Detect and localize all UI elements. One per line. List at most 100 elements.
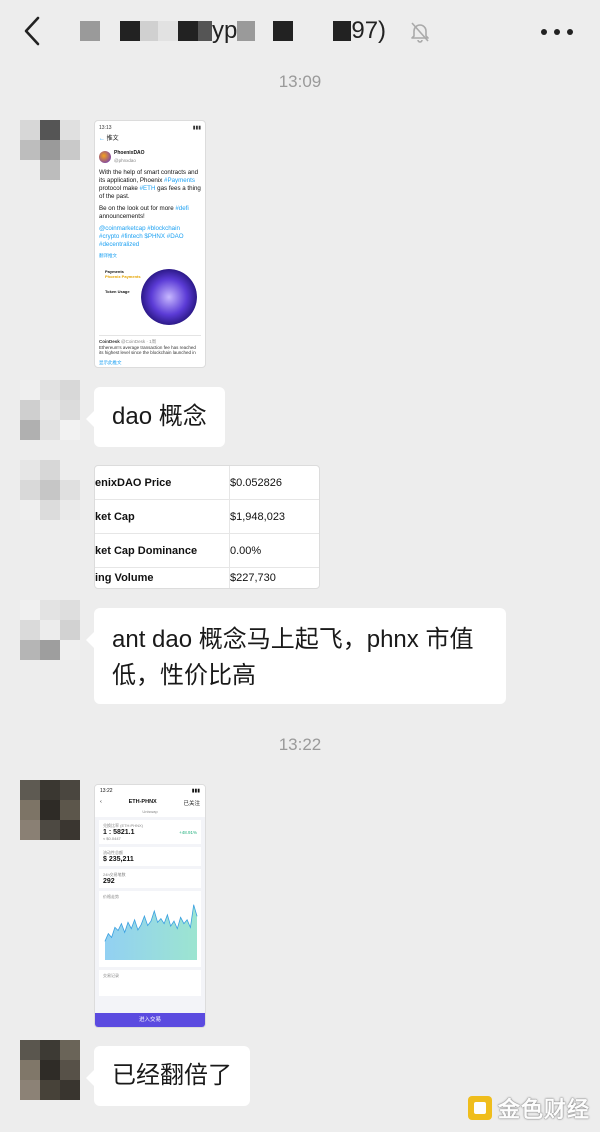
title-redaction [140,21,158,41]
chevron-left-icon[interactable] [18,14,48,48]
watermark-logo-icon [467,1096,492,1120]
account-name: PhoenixDAO [114,150,145,156]
title-redaction [120,21,140,41]
avatar[interactable] [20,780,80,840]
status-bar: 13:22 ▮▮▮ [95,785,205,797]
tweet-text: announcements! [99,213,145,220]
pair-subtitle: Uniswap [95,809,205,817]
card-subtitle: Phoenix Payments [105,274,141,279]
avatar[interactable] [20,600,80,660]
tx-value: 292 [103,878,115,885]
account-avatar [99,151,111,163]
row-value-text: $227,730 [230,572,276,584]
tweet-header: ← 推文 [99,136,119,142]
chart-point [104,940,106,942]
phoenix-graphic [141,269,197,325]
chart-point [114,927,116,928]
message-bubble[interactable]: 已经翻倍了 [86,1046,250,1106]
row-label: enixDAO Price [95,476,172,489]
price-table: enixDAO Price $0.052826 ket Cap $1,948,0… [95,466,319,588]
message-text: 低，性价比高 [112,662,256,689]
follow-label: 已关注 [183,801,200,807]
avatar[interactable] [20,380,80,440]
chart-point [131,928,132,929]
status-bar: 13:13 ▮▮▮ [99,124,201,132]
chart-point [111,937,112,938]
chart-point [124,932,125,933]
price-table-image[interactable]: enixDAO Price $0.052826 ket Cap $1,948,0… [94,465,320,589]
rate-change: +48.91% [179,830,197,835]
timestamp: 13:22 [278,735,322,754]
chart-area [105,904,197,960]
message-bubble[interactable]: dao 概念 [86,387,225,447]
chart-point [157,922,158,923]
chart-point [160,918,162,919]
price-chart-card: 价格走势 [99,891,201,967]
tweet-header-label: 推文 [106,136,119,142]
show-tweet-link: 显示此推文 [99,359,122,365]
chart-point [154,910,155,912]
table-row: ket Cap Dominance 0.00% [95,534,319,568]
chart-point [144,915,145,917]
price-area-chart [104,904,198,960]
row-label: ing Volume [95,572,154,584]
chart-point [186,919,188,921]
message-bubble[interactable]: ant dao 概念马上起飞，phnx 市值 低，性价比高 [86,608,506,704]
message-text: dao 概念 [112,403,207,430]
chart-point [180,917,181,918]
row-value: $1,948,023 [229,500,319,533]
chart-point [140,924,142,926]
more-horizontal-icon[interactable] [540,28,574,36]
row-value-text: 0.00% [230,544,262,557]
row-value-text: $1,948,023 [230,510,286,523]
avatar[interactable] [20,460,80,520]
tweet-body-1: With the help of smart contracts and its… [99,169,201,201]
chart-point [134,919,135,921]
quoted-tweet: CoinDesk @CoinDesk · 1周 Ethereum's avera… [99,335,201,356]
title-redaction [198,21,212,41]
watermark-text: 金色财经 [497,1097,590,1122]
message-text: ant dao 概念马上起飞，phnx 市值 [112,626,474,653]
chart-point [127,922,129,923]
title-redaction [333,21,352,41]
title-redaction [178,21,198,41]
chart-point [108,933,109,934]
rate-value: 1 : 5821.1 [103,829,135,836]
chart-point [117,930,119,931]
chat-title: yp 97) [80,16,386,46]
chart-point [173,920,175,922]
chart-point [121,923,122,924]
enter-trade-button: 进入交易 [95,1013,205,1027]
trading-app-screenshot-image[interactable]: 13:22 ▮▮▮ ‹ ETH-PHNX 已关注 Uniswap 兑换比率 (E… [94,784,206,1028]
chart-point [193,904,194,906]
chart-point [177,928,178,929]
tweet-content: 13:13 ▮▮▮ ← 推文 PhoenixDAO @phnxdao With … [95,121,205,367]
message-text: 已经翻倍了 [112,1062,232,1089]
hashtag: #defi [175,205,189,212]
row-value: $0.052826 [229,466,319,499]
chart-point [170,925,171,927]
chart-point [190,927,191,928]
chart-point [163,923,165,924]
chart-point [137,929,139,931]
title-fragment: 97) [351,17,387,44]
tx-card: 24h交易笔数 292 [99,869,201,888]
row-label: ket Cap [95,510,135,523]
avatar[interactable] [20,120,80,180]
chart-point [183,923,185,924]
chart-point [196,915,198,917]
signal-icon: ▮▮▮ [191,788,200,794]
chart-point [167,914,168,916]
title-redaction [80,21,100,41]
hashtag: #Payments [164,177,195,184]
rate-row: 1 : 5821.1 +48.91% [103,829,197,836]
table-row: enixDAO Price $0.052826 [95,466,319,500]
tweet-media-card: Payments Phoenix Payments Token Usage [99,265,201,333]
tweet-screenshot-image[interactable]: 13:13 ▮▮▮ ← 推文 PhoenixDAO @phnxdao With … [94,120,206,368]
trades-label: 交易记录 [103,973,119,978]
trading-app: 13:22 ▮▮▮ ‹ ETH-PHNX 已关注 Uniswap 兑换比率 (E… [95,785,205,1027]
avatar[interactable] [20,1040,80,1100]
table-row: ing Volume $227,730 [95,568,319,588]
bell-muted-icon [411,22,429,43]
tweet-text: Be on the look out for more [99,205,176,212]
